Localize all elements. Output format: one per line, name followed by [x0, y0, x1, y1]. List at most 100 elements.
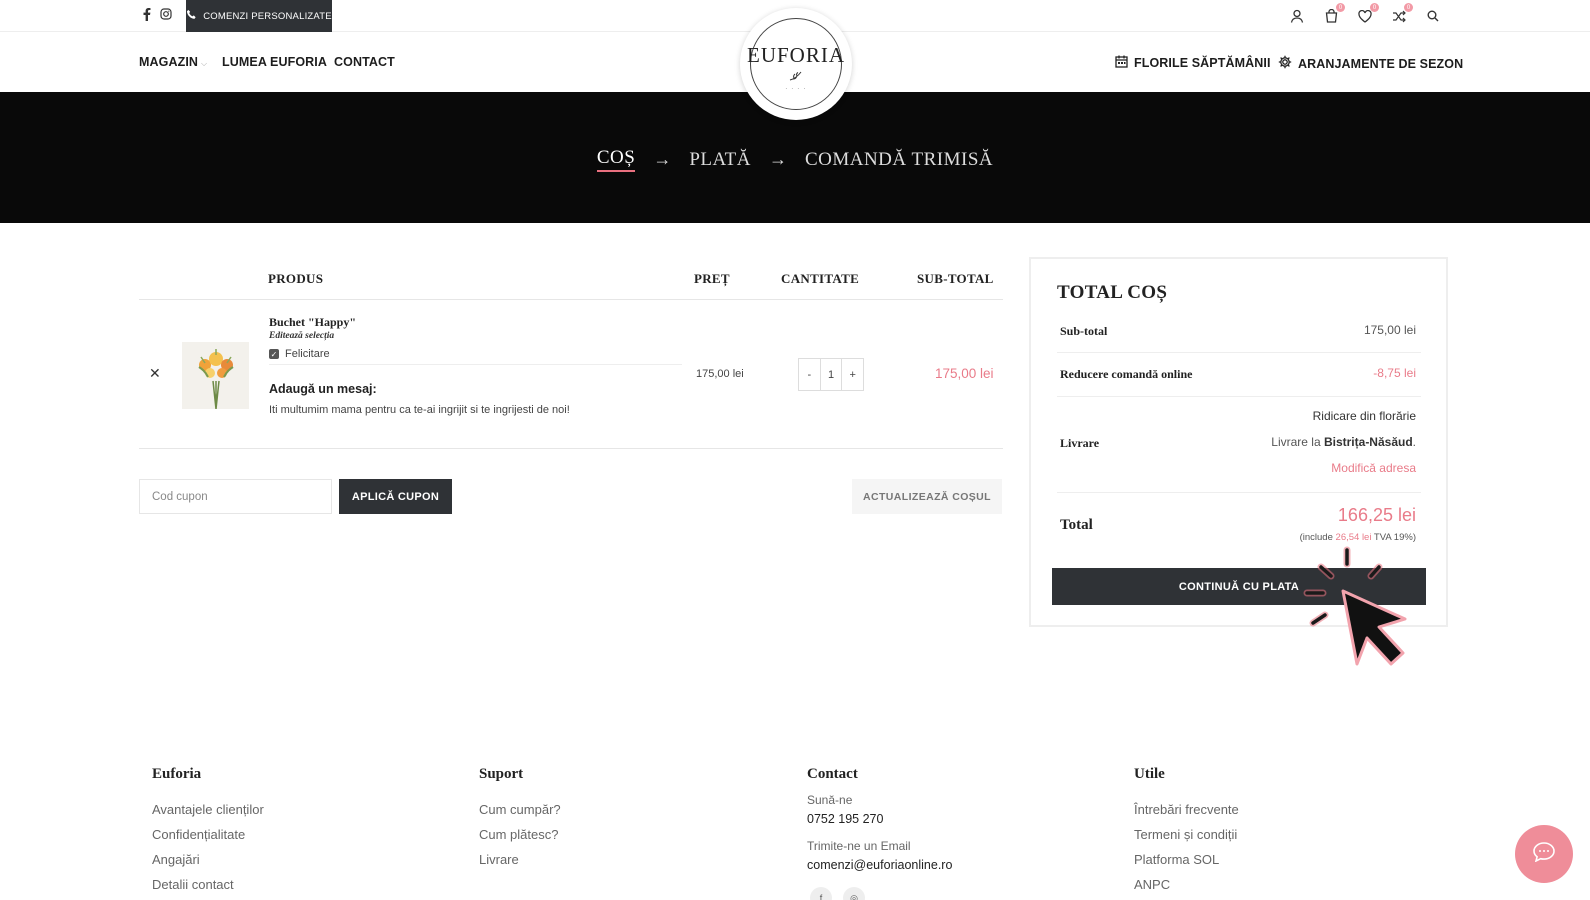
subtotal-value: 175,00 lei [1363, 323, 1416, 337]
shipping-method[interactable]: Ridicare din florărie [1313, 409, 1416, 423]
phone-number[interactable]: 0752 195 270 [807, 812, 952, 826]
cart-totals-title: TOTAL COȘ [1057, 282, 1168, 303]
step-cart[interactable]: COȘ [596, 147, 636, 172]
nav-seasonal-arrangements[interactable]: ARANJAMENTE DE SEZON [1278, 55, 1463, 72]
call-label: Sună-ne [807, 793, 853, 807]
quantity-decrease-button[interactable]: - [799, 359, 820, 390]
footer-title: Contact [807, 766, 858, 782]
euforia-logo[interactable]: EUFORIA · · · · [740, 8, 852, 120]
footer-col-utile: Utile Întrebări frecvente Termeni și con… [1134, 766, 1239, 900]
sprig-icon [788, 70, 804, 84]
nav-weekly-flowers-label: FLORILE SĂPTĂMÂNII [1134, 56, 1271, 70]
product-thumbnail[interactable] [182, 342, 249, 409]
shipping-city: Bistrița-Năsăud [1323, 435, 1413, 449]
footer-col-contact: Contact Sună-ne 0752 195 270 Trimite-ne … [807, 766, 952, 872]
header-quantity: CANTITATE [781, 271, 860, 286]
divider [1057, 352, 1421, 353]
tva-amount: 26,54 lei [1335, 532, 1372, 543]
divider [139, 299, 1003, 300]
search-icon[interactable] [1424, 7, 1442, 25]
nav-contact[interactable]: CONTACT [334, 55, 395, 69]
nav-lumea-euforia[interactable]: LUMEA EUFORIA [222, 55, 327, 69]
tva-note: (include 26,54 lei TVA 19%) [1300, 532, 1416, 543]
compare-badge: 0 [1404, 3, 1413, 12]
custom-orders-label: COMENZI PERSONALIZATE [203, 10, 332, 22]
logo-ring: EUFORIA · · · · [747, 18, 844, 110]
instagram-icon[interactable] [160, 8, 172, 23]
compare-icon[interactable]: 0 [1390, 3, 1413, 25]
step-payment: PLATĂ [689, 148, 751, 170]
remove-item-button[interactable]: ✕ [149, 365, 161, 382]
cart-icon[interactable]: 0 [1322, 3, 1345, 25]
footer-link[interactable]: Termeni și condiții [1134, 827, 1239, 844]
calendar-icon [1115, 55, 1128, 71]
divider [139, 448, 1003, 449]
quantity-stepper: - 1 + [798, 358, 864, 391]
tva-suffix: TVA 19%) [1373, 532, 1416, 543]
footer-link[interactable]: Confidențialitate [152, 827, 264, 844]
instagram-icon[interactable]: ◎ [843, 887, 865, 900]
quantity-input[interactable]: 1 [819, 359, 843, 390]
footer-link[interactable]: Avantajele clienților [152, 802, 264, 819]
nav-seasonal-label: ARANJAMENTE DE SEZON [1298, 56, 1464, 71]
footer-col-suport: Suport Cum cumpăr? Cum plătesc? Livrare [479, 766, 561, 877]
footer-link[interactable]: Cum plătesc? [479, 827, 561, 844]
shipping-destination: Livrare la Bistrița-Năsăud. [1271, 435, 1416, 449]
divider [269, 364, 682, 365]
wishlist-badge: 0 [1370, 3, 1379, 12]
product-name[interactable]: Buchet "Happy" [269, 315, 356, 330]
arrow-right-icon: → [768, 149, 787, 169]
facebook-icon[interactable] [143, 8, 151, 24]
divider [1057, 492, 1421, 493]
option-label: Felicitare [285, 348, 330, 360]
footer-link[interactable]: Detalii contact [152, 877, 264, 894]
item-subtotal: 175,00 lei [935, 366, 994, 381]
nav-weekly-flowers[interactable]: FLORILE SĂPTĂMÂNII [1115, 55, 1271, 71]
change-address-link[interactable]: Modifică adresa [1331, 461, 1416, 475]
total-value: 166,25 lei [1337, 505, 1416, 525]
chevron-down-icon: ⌵ [201, 59, 208, 68]
footer-link[interactable]: Cum cumpăr? [479, 802, 561, 819]
discount-value: -8,75 lei [1373, 366, 1416, 380]
option-felicitare[interactable]: ✓ Felicitare [269, 348, 330, 360]
facebook-icon[interactable]: f [810, 887, 832, 900]
edit-selection-link[interactable]: Editează selecția [269, 331, 334, 341]
nav-magazin[interactable]: MAGAZIN ⌵ [139, 55, 207, 69]
footer-link[interactable]: ANPC [1134, 877, 1239, 894]
shipping-to-label: Livrare la [1271, 435, 1321, 449]
footer-link[interactable]: Platforma SOL [1134, 852, 1239, 869]
chat-bubble-icon [1533, 841, 1555, 867]
logo-since: · · · · [785, 85, 807, 92]
nav-magazin-label: MAGAZIN [139, 55, 199, 69]
phone-icon [186, 9, 197, 23]
email-address[interactable]: comenzi@euforiaonline.ro [807, 858, 952, 872]
checkbox-checked-icon[interactable]: ✓ [269, 349, 279, 359]
step-order-sent: COMANDĂ TRIMISĂ [804, 148, 994, 170]
chat-button[interactable] [1515, 825, 1573, 883]
header-product: PRODUS [268, 271, 324, 286]
header-price: PREȚ [694, 271, 730, 286]
cart-badge: 0 [1336, 3, 1345, 12]
shipping-label: Livrare [1060, 436, 1100, 450]
email-label: Trimite-ne un Email [807, 839, 911, 853]
checkout-steps: COȘ → PLATĂ → COMANDĂ TRIMISĂ [0, 147, 1590, 172]
divider [1057, 396, 1421, 397]
tva-prefix: (include [1299, 532, 1333, 543]
add-message-label: Adaugă un mesaj: [269, 382, 377, 396]
coupon-input[interactable] [139, 479, 332, 514]
subtotal-label: Sub-total [1060, 324, 1108, 338]
footer-link[interactable]: Angajări [152, 852, 264, 869]
apply-coupon-button[interactable]: APLICĂ CUPON [339, 479, 452, 514]
update-cart-button[interactable]: ACTUALIZEAZĂ COȘUL [852, 479, 1002, 514]
footer-link[interactable]: Întrebări frecvente [1134, 802, 1239, 819]
footer-title: Suport [479, 766, 524, 782]
footer-title: Euforia [152, 766, 202, 782]
quantity-increase-button[interactable]: + [842, 359, 863, 390]
footer-title: Utile [1134, 766, 1165, 782]
footer-link[interactable]: Livrare [479, 852, 561, 869]
gift-message[interactable]: Iti multumim mama pentru ca te-ai ingrij… [269, 404, 570, 416]
wishlist-icon[interactable]: 0 [1356, 3, 1379, 25]
account-icon[interactable] [1288, 7, 1306, 25]
custom-orders-button[interactable]: COMENZI PERSONALIZATE [186, 0, 332, 32]
footer-col-euforia: Euforia Avantajele clienților Confidenți… [152, 766, 264, 900]
